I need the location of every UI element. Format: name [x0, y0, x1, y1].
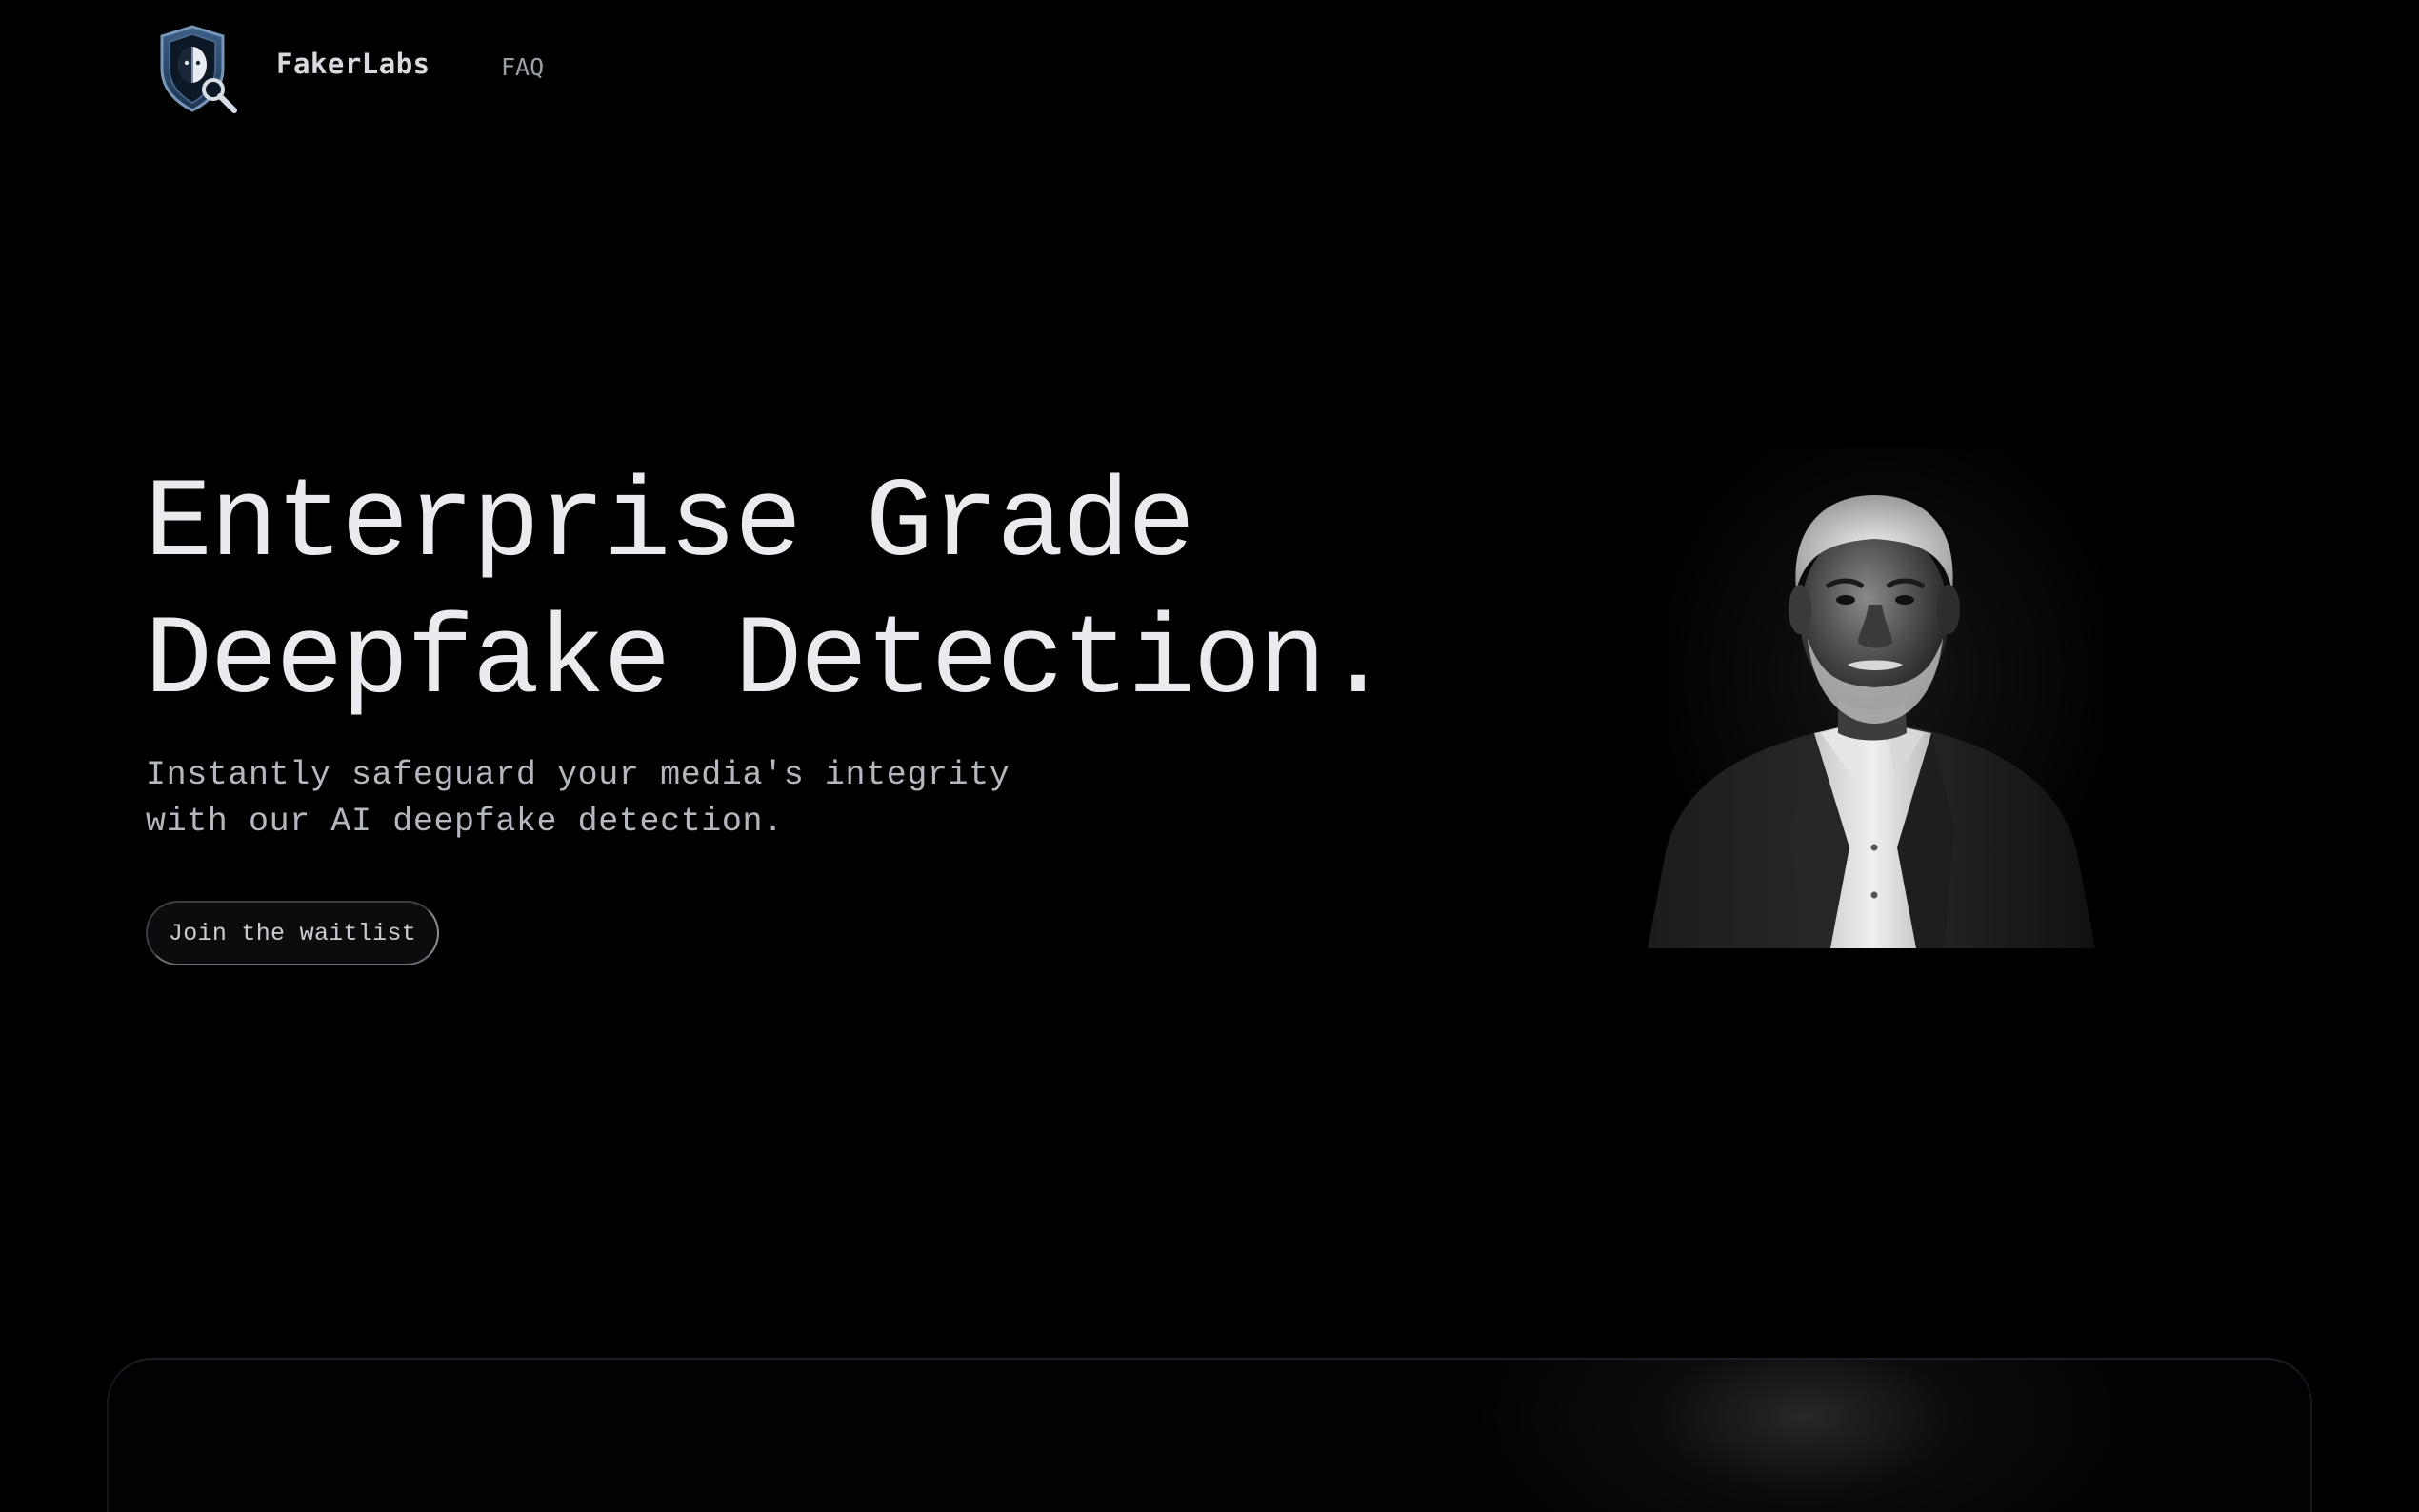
logo-link[interactable]: [152, 21, 244, 116]
hero-title-line-2: Deepfake Detection.: [145, 599, 1391, 726]
join-waitlist-button[interactable]: Join the waitlist: [146, 901, 439, 965]
nav-link-faq[interactable]: FAQ: [501, 53, 544, 81]
feature-card-preview: [107, 1358, 2312, 1512]
hero-subtitle-line-1: Instantly safeguard your media's integri…: [146, 756, 1010, 794]
hero-subtitle-line-2: with our AI deepfake detection.: [146, 803, 784, 841]
hero-title: Enterprise Grade Deepfake Detection.: [145, 457, 1391, 731]
card-glow: [1470, 1360, 2137, 1512]
shield-magnifier-icon: [160, 25, 237, 113]
brand-name[interactable]: FakerLabs: [276, 48, 430, 80]
site-header: FakerLabs FAQ: [0, 0, 2419, 143]
hero-title-line-1: Enterprise Grade: [145, 462, 1195, 588]
hero-portrait: [1609, 448, 2143, 952]
hero-subtitle: Instantly safeguard your media's integri…: [146, 752, 1010, 846]
